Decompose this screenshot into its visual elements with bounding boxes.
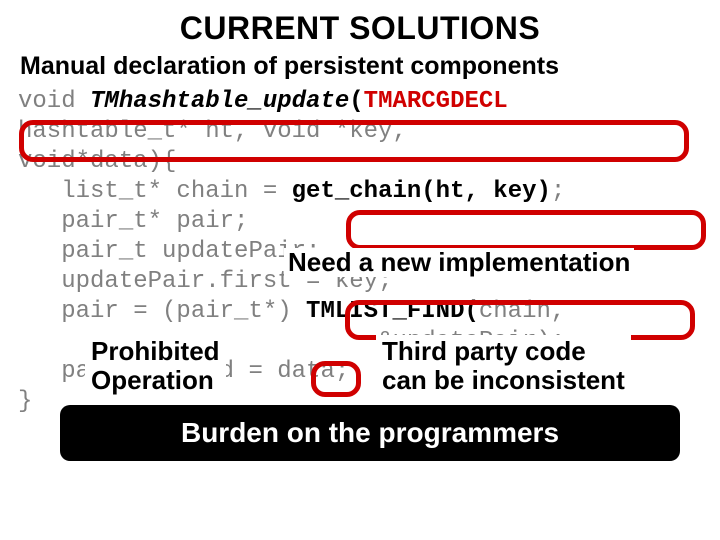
code-line-2: hashtable_t* ht, void *key, xyxy=(18,117,702,147)
code-token-fn: TMhashtable_update xyxy=(90,88,349,115)
annotation-line: Operation xyxy=(91,365,214,395)
code-line-3: void*data){ xyxy=(18,147,702,177)
code-line-4: list_t* chain = get_chain(ht, key); xyxy=(18,177,702,207)
code-line-8: pair = (pair_t*) TMLIST_FIND(chain, xyxy=(18,297,702,327)
code-token-call: TMLIST_FIND( xyxy=(306,298,479,325)
code-token: void xyxy=(18,88,90,115)
code-token-macro: TMARCGDECL xyxy=(364,88,508,115)
code-token: pair = (pair_t*) xyxy=(18,298,306,325)
code-line-5: pair_t* pair; xyxy=(18,207,702,237)
annotation-line: Prohibited xyxy=(91,336,220,366)
code-token: chain, xyxy=(479,298,565,325)
annotation-need-impl: Need a new implementation xyxy=(284,248,634,277)
banner-burden: Burden on the programmers xyxy=(60,405,680,461)
slide-subtitle: Manual declaration of persistent compone… xyxy=(0,52,720,87)
annotation-prohibited: Prohibited Operation xyxy=(85,335,226,396)
annotation-line: Third party code xyxy=(382,336,586,366)
annotation-line: can be inconsistent xyxy=(382,365,625,395)
code-line-1: void TMhashtable_update(TMARCGDECL xyxy=(18,87,702,117)
code-token: list_t* chain = xyxy=(18,178,292,205)
code-token: ; xyxy=(551,178,565,205)
slide-title: CURRENT SOLUTIONS xyxy=(0,0,720,52)
code-token-call: get_chain(ht, key) xyxy=(292,178,551,205)
annotation-third-party: Third party code can be inconsistent xyxy=(376,335,631,396)
code-token: ( xyxy=(349,88,363,115)
